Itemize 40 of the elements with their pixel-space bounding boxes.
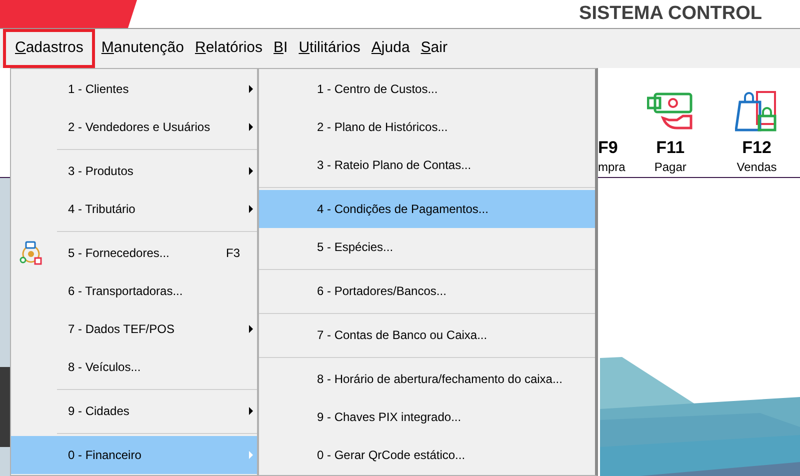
menu-item[interactable]: 5 - Fornecedores... F3 — [11, 234, 257, 272]
menu-item[interactable]: 2 - Plano de Históricos... — [259, 108, 595, 146]
toolbar-button[interactable]: F9 mpra — [598, 84, 628, 175]
menu-item[interactable]: 0 - Financeiro — [11, 436, 257, 474]
menu-item[interactable]: 1 - Clientes — [11, 70, 257, 108]
menu-item[interactable]: 4 - Condições de Pagamentos... — [259, 190, 595, 228]
toolbar-button[interactable]: F12 Vendas — [714, 84, 800, 175]
shortcut-label: F3 — [226, 245, 240, 262]
menu-item[interactable]: 3 - Rateio Plano de Contas... — [259, 146, 595, 184]
menu-item[interactable]: BI — [268, 29, 293, 68]
money-hand-icon — [647, 92, 694, 132]
menu-item[interactable]: Cadastros — [3, 29, 96, 68]
menu-item[interactable]: Ajuda — [366, 29, 415, 68]
shortcut-key: F11 — [656, 137, 685, 159]
menu-item[interactable]: 7 - Contas de Banco ou Caixa... — [259, 316, 595, 354]
button-label: Vendas — [736, 159, 777, 175]
button-label: mpra — [598, 159, 626, 175]
shortcut-key: F9 — [598, 137, 618, 159]
app-title: SISTEMA CONTROL — [579, 2, 762, 26]
menu-item[interactable]: Relatórios — [190, 29, 268, 68]
menu-item[interactable]: 9 - Cidades — [11, 392, 257, 430]
menu-item[interactable]: 0 - Gerar QrCode estático... — [259, 436, 595, 474]
shopping-bags-icon — [734, 90, 779, 132]
menu-item[interactable]: 3 - Produtos — [11, 152, 257, 190]
menu-item[interactable]: 6 - Portadores/Bancos... — [259, 272, 595, 310]
menu-item[interactable]: 8 - Veículos... — [11, 348, 257, 386]
menu-item[interactable]: 4 - Tributário — [11, 190, 257, 228]
button-label: Pagar — [654, 159, 686, 175]
menu-item[interactable]: 7 - Dados TEF/POS — [11, 310, 257, 348]
menu-item[interactable]: 6 - Transportadoras... — [11, 272, 257, 310]
toolbar-button[interactable]: F11 Pagar — [627, 84, 714, 175]
menu-item[interactable]: 5 - Espécies... — [259, 228, 595, 266]
menu-item[interactable]: 1 - Centro de Custos... — [259, 70, 595, 108]
menu-item[interactable]: Sair — [416, 29, 452, 68]
menu-item[interactable]: Utilitários — [294, 29, 366, 68]
menu-item[interactable]: 2 - Vendedores e Usuários — [11, 108, 257, 146]
menu-item[interactable]: Manutenção — [96, 29, 189, 68]
menu-item[interactable]: 9 - Chaves PIX integrado... — [259, 398, 595, 436]
shortcut-key: F12 — [742, 137, 772, 159]
menu-item[interactable]: 8 - Horário de abertura/fechamento do caixa... — [259, 360, 595, 398]
